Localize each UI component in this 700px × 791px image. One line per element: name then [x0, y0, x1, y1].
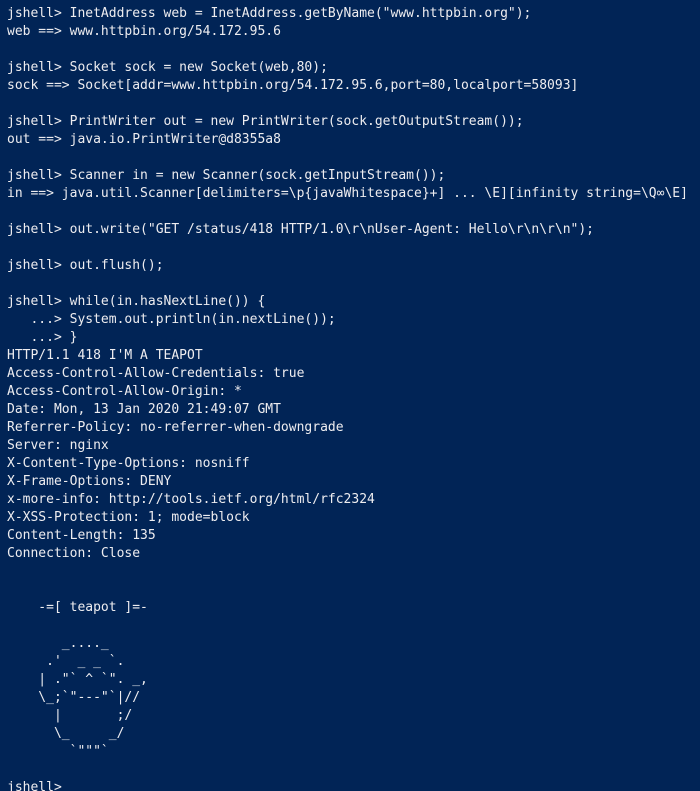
- terminal-line: Date: Mon, 13 Jan 2020 21:49:07 GMT: [7, 402, 281, 417]
- terminal-line: jshell> out.write("GET /status/418 HTTP/…: [7, 222, 594, 237]
- teapot-ascii-art: .' _ _ `.: [7, 654, 125, 669]
- terminal-line: in ==> java.util.Scanner[delimiters=\p{j…: [7, 186, 688, 201]
- teapot-ascii-art: \_ _/: [7, 726, 125, 741]
- terminal-line: Content-Length: 135: [7, 528, 156, 543]
- jshell-prompt[interactable]: jshell>: [7, 779, 700, 791]
- terminal-line: Connection: Close: [7, 546, 141, 561]
- terminal-line: jshell> PrintWriter out = new PrintWrite…: [7, 114, 524, 129]
- terminal-line: jshell> out.flush();: [7, 258, 164, 273]
- terminal-line: sock ==> Socket[addr=www.httpbin.org/54.…: [7, 78, 579, 93]
- teapot-ascii-art: | ;/: [7, 708, 133, 723]
- terminal-line: Access-Control-Allow-Credentials: true: [7, 366, 305, 381]
- terminal-line: x-more-info: http://tools.ietf.org/html/…: [7, 492, 375, 507]
- teapot-ascii-art: \_;`"---"`|//: [7, 690, 141, 705]
- terminal-line: HTTP/1.1 418 I'M A TEAPOT: [7, 348, 203, 363]
- terminal-line: ...> System.out.println(in.nextLine());: [7, 312, 336, 327]
- terminal-line: jshell> InetAddress web = InetAddress.ge…: [7, 6, 532, 21]
- terminal-line: Referrer-Policy: no-referrer-when-downgr…: [7, 420, 344, 435]
- terminal-line: out ==> java.io.PrintWriter@d8355a8: [7, 132, 281, 147]
- terminal-line: X-Frame-Options: DENY: [7, 474, 172, 489]
- terminal-line: Server: nginx: [7, 438, 109, 453]
- terminal-line: jshell> while(in.hasNextLine()) {: [7, 294, 266, 309]
- teapot-ascii-art: `"""`: [7, 744, 109, 759]
- terminal-line: ...> }: [7, 330, 78, 345]
- terminal-line: web ==> www.httpbin.org/54.172.95.6: [7, 24, 281, 39]
- terminal-line: X-XSS-Protection: 1; mode=block: [7, 510, 250, 525]
- terminal-line: jshell> Scanner in = new Scanner(sock.ge…: [7, 168, 446, 183]
- terminal-line: X-Content-Type-Options: nosniff: [7, 456, 250, 471]
- terminal-line: jshell> Socket sock = new Socket(web,80)…: [7, 60, 328, 75]
- terminal-window[interactable]: jshell> InetAddress web = InetAddress.ge…: [0, 0, 700, 791]
- teapot-ascii-art: _...._: [7, 636, 109, 651]
- terminal-line: Access-Control-Allow-Origin: *: [7, 384, 242, 399]
- teapot-banner: -=[ teapot ]=-: [7, 600, 148, 615]
- teapot-ascii-art: | ."` ^ `". _,: [7, 672, 148, 687]
